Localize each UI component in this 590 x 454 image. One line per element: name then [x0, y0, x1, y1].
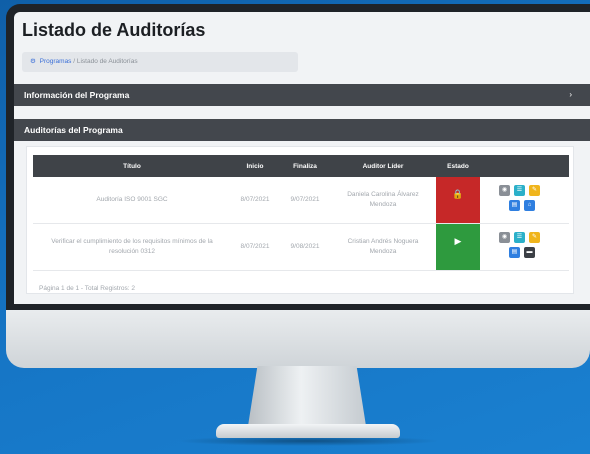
- column-header-status[interactable]: Estado: [435, 155, 481, 177]
- table-row: Auditoría ISO 9001 SGC 8/07/2021 9/07/20…: [33, 177, 569, 224]
- document-button[interactable]: ▤: [509, 247, 520, 258]
- edit-button[interactable]: ✎: [529, 232, 540, 243]
- status-locked-badge[interactable]: 🔒: [436, 177, 480, 223]
- view-button[interactable]: ◉: [499, 232, 510, 243]
- column-header-end[interactable]: Finaliza: [279, 155, 331, 177]
- list-button[interactable]: ☰: [514, 232, 525, 243]
- pagination-summary: Página 1 de 1 - Total Registros: 2: [39, 285, 135, 292]
- document-button[interactable]: ▤: [509, 200, 520, 211]
- cell-lead-auditor: Cristian Andrés Noguera Mendoza: [331, 223, 435, 271]
- monitor-stand-neck: [248, 366, 366, 426]
- cell-status: 🔒: [435, 177, 481, 224]
- list-button[interactable]: ☰: [514, 185, 525, 196]
- audits-table: Título Inicio Finaliza Auditor Líder Est…: [33, 155, 569, 271]
- breadcrumb-separator: /: [73, 58, 76, 65]
- table-row: Verificar el cumplimiento de los requisi…: [33, 223, 569, 271]
- cell-status: ▶: [435, 223, 481, 271]
- row-actions: ◉ ☰ ✎ ▤ ▬: [481, 224, 569, 270]
- column-header-title[interactable]: Título: [33, 155, 231, 177]
- cell-lead-auditor: Daniela Carolina Álvarez Mendoza: [331, 177, 435, 224]
- row-actions: ◉ ☰ ✎ ▤ ⌂: [481, 177, 569, 223]
- program-info-panel-header[interactable]: Información del Programa ›: [14, 84, 590, 106]
- cell-title: Verificar el cumplimiento de los requisi…: [33, 223, 231, 271]
- chevron-right-icon: ›: [569, 90, 572, 99]
- edit-button[interactable]: ✎: [529, 185, 540, 196]
- cell-start: 8/07/2021: [231, 177, 279, 224]
- cell-actions: ◉ ☰ ✎ ▤ ⌂: [481, 177, 569, 224]
- page-title: Listado de Auditorías: [22, 20, 206, 40]
- column-header-lead-auditor[interactable]: Auditor Líder: [331, 155, 435, 177]
- cell-end: 9/08/2021: [279, 223, 331, 271]
- program-info-title: Información del Programa: [24, 90, 130, 100]
- home-icon: ⚙: [30, 58, 36, 65]
- monitor-stand-base: [216, 424, 400, 438]
- breadcrumb: ⚙ Programas / Listado de Auditorías: [22, 52, 298, 72]
- comment-button[interactable]: ▬: [524, 247, 535, 258]
- program-audits-panel-header: Auditorías del Programa: [14, 119, 590, 141]
- team-button[interactable]: ⌂: [524, 200, 535, 211]
- audits-card: Título Inicio Finaliza Auditor Líder Est…: [26, 146, 574, 294]
- view-button[interactable]: ◉: [499, 185, 510, 196]
- cell-end: 9/07/2021: [279, 177, 331, 224]
- lock-icon: 🔒: [452, 189, 464, 199]
- breadcrumb-current: Listado de Auditorías: [76, 58, 138, 65]
- cell-title: Auditoría ISO 9001 SGC: [33, 177, 231, 224]
- table-header-row: Título Inicio Finaliza Auditor Líder Est…: [33, 155, 569, 177]
- monitor-screen: Listado de Auditorías ⚙ Programas / List…: [14, 12, 590, 304]
- column-header-start[interactable]: Inicio: [231, 155, 279, 177]
- monitor-chin: [6, 310, 590, 368]
- column-header-actions: [481, 155, 569, 177]
- play-icon: ▶: [454, 236, 462, 246]
- breadcrumb-link-programas[interactable]: Programas: [40, 58, 72, 65]
- cell-actions: ◉ ☰ ✎ ▤ ▬: [481, 223, 569, 271]
- program-audits-title: Auditorías del Programa: [24, 125, 123, 135]
- status-active-badge[interactable]: ▶: [436, 224, 480, 270]
- cell-start: 8/07/2021: [231, 223, 279, 271]
